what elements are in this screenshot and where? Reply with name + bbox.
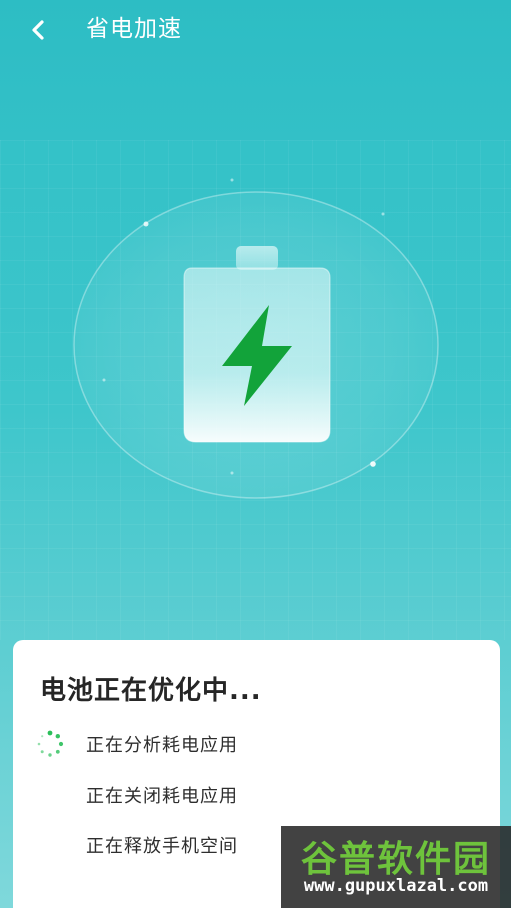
watermark-brand: 谷普软件园 [300, 839, 491, 880]
loading-spinner-icon [37, 730, 64, 757]
task-analyze-apps: 正在分析耗电应用 [86, 735, 238, 756]
hero-illustration [0, 140, 511, 640]
sparkle-dot [102, 378, 106, 382]
top-bar: 省电加速 [0, 0, 511, 140]
sparkle-dot [230, 471, 234, 475]
sparkle-dot [370, 461, 376, 467]
battery-charging-icon [183, 246, 331, 443]
page-title: 省电加速 [86, 16, 182, 42]
watermark-url: www.gupuxlazal.com [303, 876, 489, 896]
status-title: 电池正在优化中... [40, 676, 262, 706]
sparkle-dot [230, 178, 234, 182]
task-close-apps: 正在关闭耗电应用 [86, 786, 238, 807]
chevron-left-icon [32, 20, 44, 40]
sparkle-dot [143, 221, 149, 227]
sparkle-dot [381, 212, 385, 216]
task-free-space: 正在释放手机空间 [86, 836, 238, 857]
watermark-logo: 谷普软件园 www.gupuxlazal.com [281, 826, 511, 908]
back-button[interactable] [22, 14, 56, 46]
